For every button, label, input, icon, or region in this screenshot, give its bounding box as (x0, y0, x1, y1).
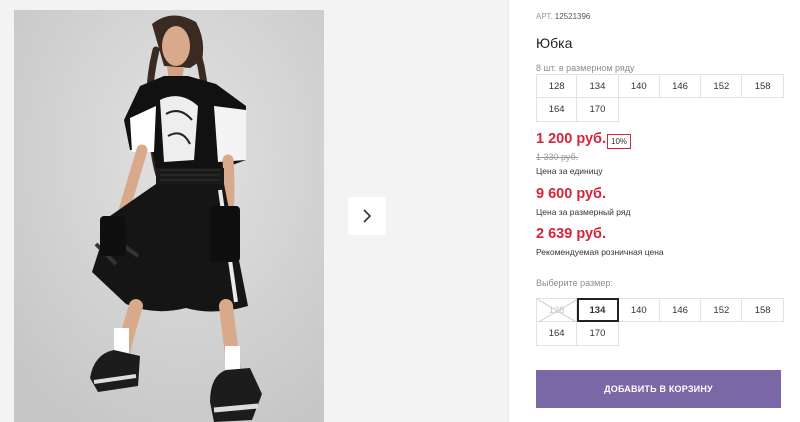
size-option-selected[interactable]: 134 (577, 298, 619, 322)
pack-size: 164 (536, 98, 578, 122)
pack-price: 9 600 руб. (536, 186, 607, 202)
discount-badge: 10% (607, 134, 632, 149)
size-option[interactable]: 170 (577, 322, 619, 346)
pack-size: 134 (577, 74, 619, 98)
pack-size: 152 (701, 74, 743, 98)
pack-size: 158 (742, 74, 784, 98)
add-to-cart-button[interactable]: ДОБАВИТЬ В КОРЗИНУ (536, 370, 781, 408)
next-photo-button[interactable] (348, 197, 386, 235)
retail-price-caption: Рекомендуемая розничная цена (536, 247, 664, 257)
product-photo (14, 10, 324, 422)
size-option[interactable]: 140 (618, 298, 660, 322)
pack-size: 170 (577, 98, 619, 122)
size-select-label: Выберите размер: (536, 278, 613, 288)
unavailable-cross-icon (537, 299, 578, 323)
product-sku: АРТ. 12521396 (536, 12, 590, 21)
size-option[interactable]: 146 (659, 298, 702, 322)
sku-label: АРТ. (536, 12, 553, 21)
sku-number: 12521396 (554, 12, 591, 21)
product-title: Юбка (536, 35, 573, 51)
size-picker: 128 134 140 146 152 158 164 170 (536, 298, 784, 346)
unit-price: 1 200 руб. (536, 131, 607, 147)
pack-size: 128 (536, 74, 578, 98)
pack-price-caption: Цена за размерный ряд (536, 207, 631, 217)
pack-size: 146 (659, 74, 702, 98)
chevron-right-icon (363, 209, 372, 223)
retail-price: 2 639 руб. (536, 226, 607, 242)
size-option[interactable]: 164 (536, 322, 578, 346)
pack-size: 140 (618, 74, 660, 98)
unit-price-caption: Цена за единицу (536, 166, 603, 176)
size-option[interactable]: 152 (701, 298, 743, 322)
size-option-unavailable: 128 (536, 298, 578, 323)
pack-size-grid: 128 134 140 146 152 158 164 170 (536, 74, 784, 122)
old-price: 1 330 руб. (536, 152, 579, 162)
gallery-divider (508, 0, 509, 422)
pack-note: 8 шт. в размерном ряду (536, 63, 635, 73)
product-gallery (0, 0, 508, 422)
size-option[interactable]: 158 (742, 298, 784, 322)
